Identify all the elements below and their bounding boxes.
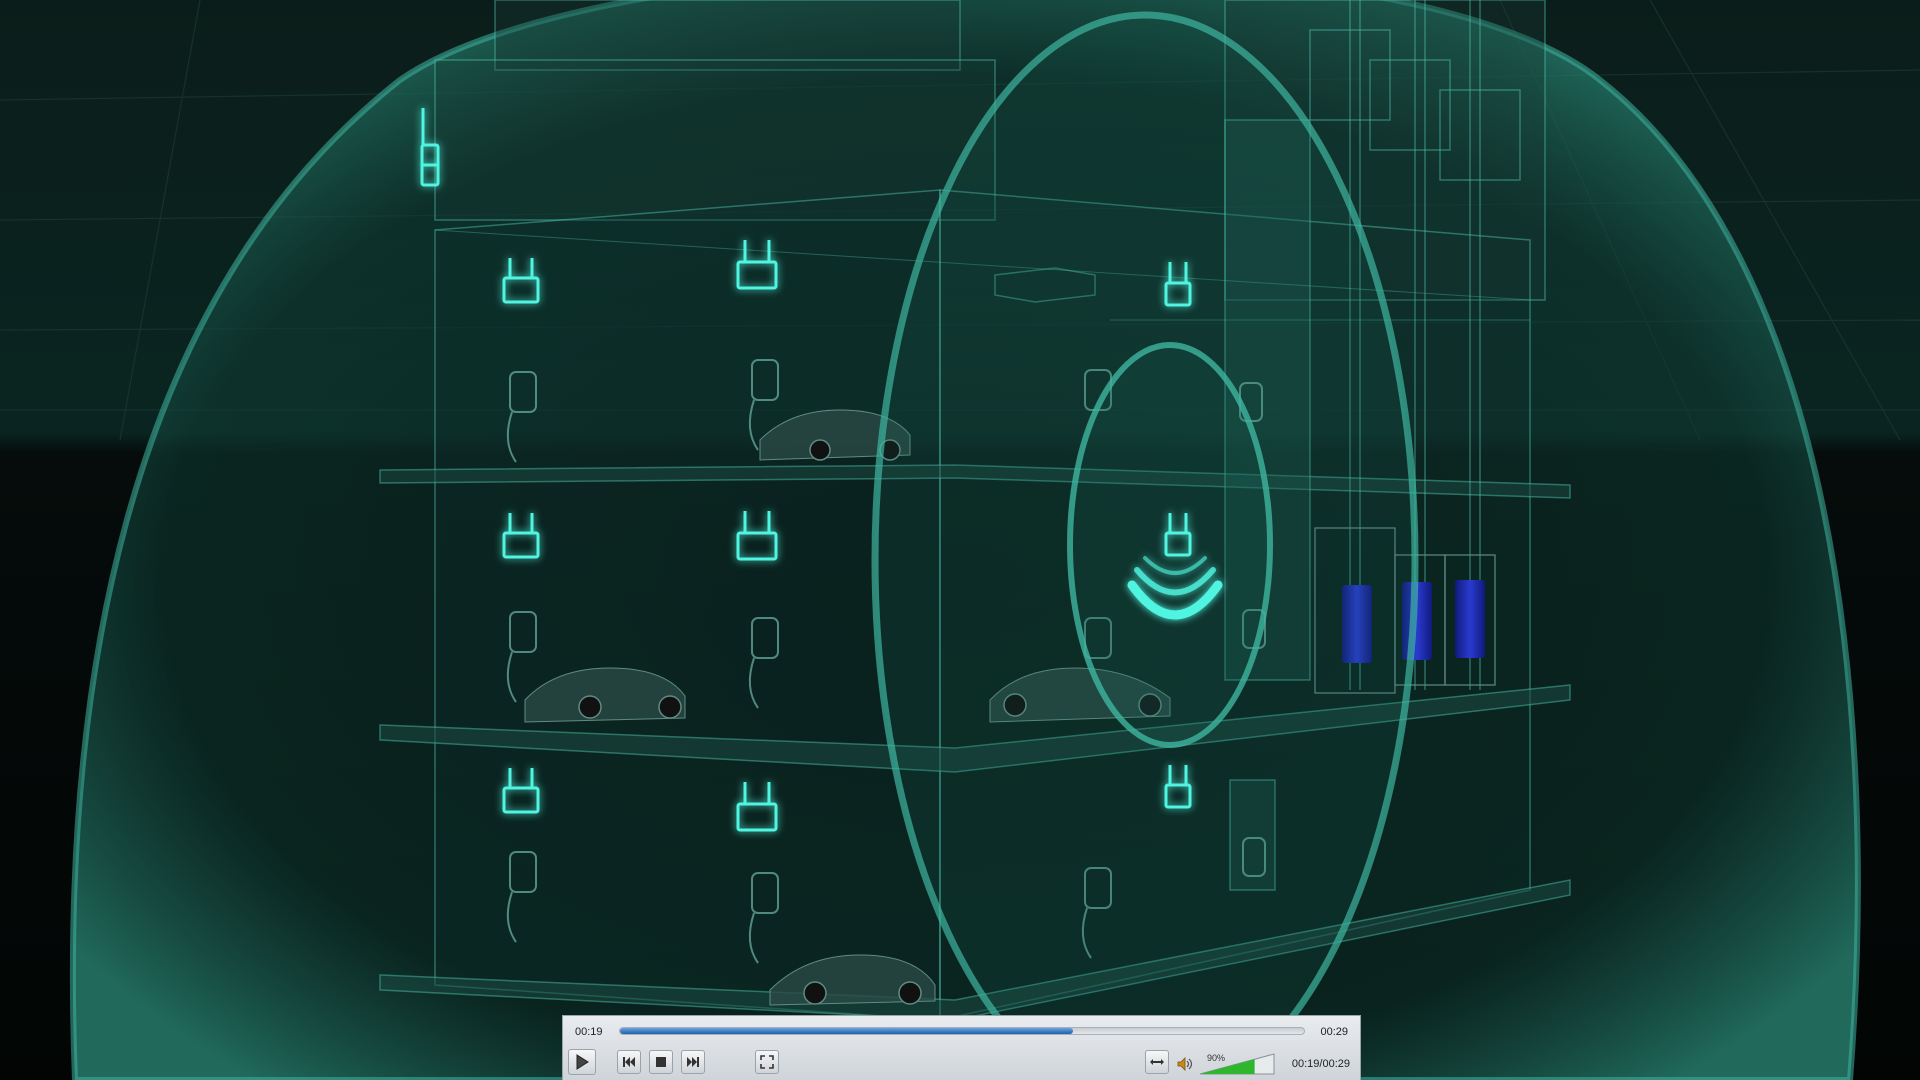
fullscreen-icon	[760, 1055, 774, 1069]
elapsed-time: 00:19	[575, 1026, 603, 1038]
volume-percent: 90%	[1207, 1053, 1226, 1063]
time-readout: 00:19/00:29	[1291, 1058, 1350, 1070]
video-frame[interactable]	[0, 0, 1920, 1080]
previous-button[interactable]	[617, 1050, 641, 1074]
total-time: 00:29	[1320, 1026, 1348, 1038]
stop-icon	[656, 1057, 666, 1067]
aspect-ratio-icon	[1150, 1059, 1164, 1065]
coverage-ring-small	[1067, 342, 1273, 748]
next-button[interactable]	[681, 1050, 705, 1074]
media-controls-bar: 00:19 00:29 90% 00:19/00:29	[562, 1015, 1361, 1080]
mute-button[interactable]	[1177, 1056, 1193, 1072]
stop-button[interactable]	[649, 1050, 673, 1074]
aspect-ratio-button[interactable]	[1145, 1050, 1169, 1074]
fullscreen-button[interactable]	[755, 1050, 779, 1074]
video-player-window: 00:19 00:29 90% 00:19/00:29	[0, 0, 1920, 1080]
skip-back-icon	[623, 1057, 635, 1067]
seek-bar[interactable]	[619, 1027, 1305, 1035]
seek-bar-progress	[620, 1028, 1074, 1034]
skip-forward-icon	[687, 1057, 699, 1067]
play-icon	[576, 1054, 589, 1070]
play-button[interactable]	[568, 1049, 596, 1075]
speaker-icon	[1177, 1057, 1193, 1071]
